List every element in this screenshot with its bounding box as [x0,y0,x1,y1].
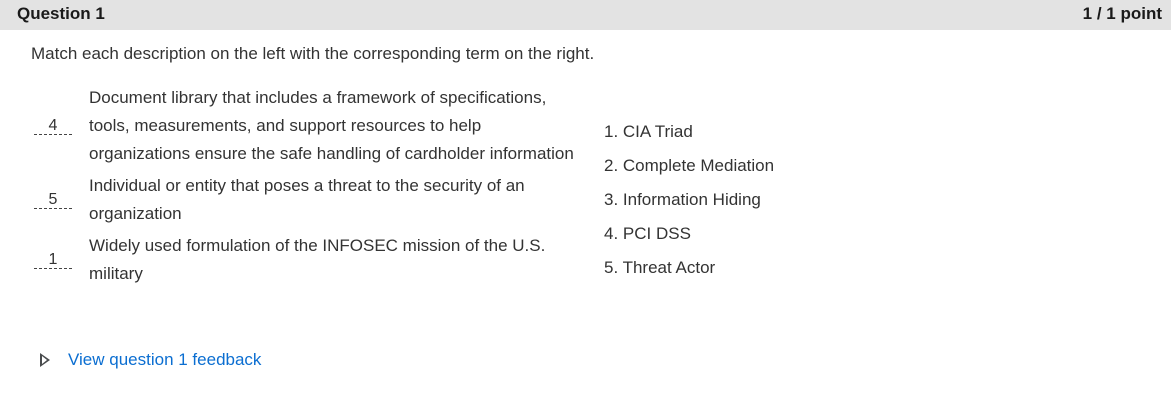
description-text: Individual or entity that poses a threat… [89,176,525,223]
answer-slot: 4 [34,117,89,135]
term-item: 2. Complete Mediation [604,156,775,175]
match-row: 4 Document library that includes a frame… [34,84,579,168]
description-text: Widely used formulation of the INFOSEC m… [89,236,546,283]
question-score: 1 / 1 point [1082,4,1162,23]
answer-slot: 1 [34,251,89,269]
view-feedback-link[interactable]: View question 1 feedback [40,350,261,370]
description-text: Document library that includes a framewo… [89,88,574,163]
question-header: Question 1 1 / 1 point [0,0,1171,30]
match-row: 1 Widely used formulation of the INFOSEC… [34,232,579,288]
term-item: 4. PCI DSS [604,224,691,243]
question-title: Question 1 [17,4,105,23]
term-item: 3. Information Hiding [604,190,761,209]
feedback-link-label[interactable]: View question 1 feedback [68,350,261,370]
selected-answer: 5 [34,192,72,209]
answer-slot: 5 [34,191,89,209]
term-item: 5. Threat Actor [604,258,716,277]
question-prompt: Match each description on the left with … [31,44,595,63]
disclosure-triangle-icon[interactable] [40,353,50,367]
term-item: 1. CIA Triad [604,122,693,141]
descriptions-list: 4 Document library that includes a frame… [34,84,579,292]
selected-answer: 1 [34,252,72,269]
terms-list: 1. CIA Triad 2. Complete Mediation 3. In… [604,118,774,288]
match-row: 5 Individual or entity that poses a thre… [34,172,579,228]
selected-answer: 4 [34,118,72,135]
